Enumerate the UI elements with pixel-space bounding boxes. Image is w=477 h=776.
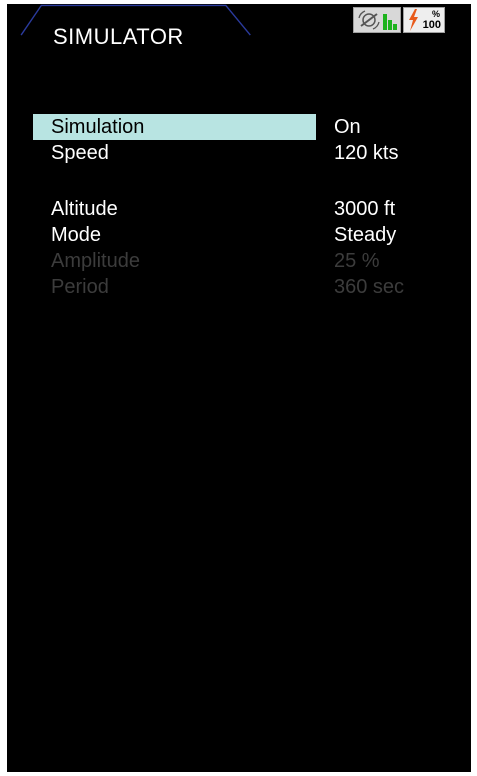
battery-unit: %	[431, 9, 440, 19]
page-title: SIMULATOR	[53, 24, 184, 49]
battery-status: % 100	[403, 7, 445, 33]
row-value: 360 sec	[334, 276, 405, 298]
altitude-row[interactable]: Altitude 3000 ft	[7, 196, 471, 222]
row-value: 3000 ft	[334, 198, 396, 220]
battery-charging-icon	[409, 9, 418, 31]
row-label: Speed	[51, 142, 109, 164]
row-label: Altitude	[51, 198, 118, 220]
row-value: On	[334, 116, 361, 138]
amplitude-row: Amplitude 25 %	[7, 248, 471, 274]
row-value: 25 %	[334, 250, 380, 272]
row-label: Period	[51, 276, 109, 298]
battery-level: 100	[422, 19, 441, 31]
row-label: Amplitude	[51, 250, 140, 272]
signal-bars-icon	[383, 14, 397, 30]
simulation-row[interactable]: Simulation On	[7, 114, 471, 140]
signal-status	[353, 7, 401, 33]
simulator-screen: SIMULATOR % 100 Simulation On Speed 120 …	[7, 4, 471, 772]
mode-row[interactable]: Mode Steady	[7, 222, 471, 248]
status-bar: % 100	[353, 7, 445, 33]
row-label: Simulation	[51, 116, 145, 138]
speed-row[interactable]: Speed 120 kts	[7, 140, 471, 166]
row-value: 120 kts	[334, 142, 399, 164]
period-row: Period 360 sec	[7, 274, 471, 300]
row-label: Mode	[51, 224, 102, 246]
row-value: Steady	[334, 224, 397, 246]
gps-signal-icon	[358, 10, 380, 30]
